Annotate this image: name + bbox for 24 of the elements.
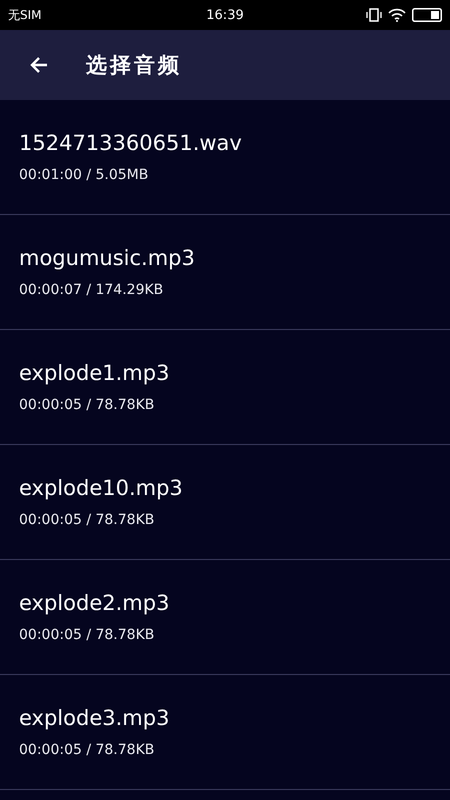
vibrate-icon — [366, 8, 382, 22]
audio-file-item[interactable]: mogumusic.mp3 00:00:07 / 174.29KB — [0, 215, 450, 330]
file-duration-size: 00:00:05 / 78.78KB — [19, 512, 156, 528]
file-duration-size: 00:00:05 / 78.78KB — [19, 397, 156, 413]
audio-file-item[interactable]: 1524713360651.wav 00:01:00 / 5.05MB — [0, 100, 450, 215]
audio-file-item[interactable]: explode2.mp3 00:00:05 / 78.78KB — [0, 560, 450, 675]
page-title: 选择音频 — [86, 51, 182, 79]
file-duration-size: 00:00:05 / 78.78KB — [19, 627, 156, 643]
carrier-text: 无SIM — [8, 6, 42, 24]
audio-file-item[interactable]: explode10.mp3 00:00:05 / 78.78KB — [0, 445, 450, 560]
file-name: explode1.mp3 — [19, 361, 170, 385]
wifi-icon — [388, 8, 406, 22]
clock-text: 16:39 — [205, 8, 245, 22]
battery-icon — [412, 8, 442, 22]
file-name: explode3.mp3 — [19, 706, 170, 730]
file-name: explode10.mp3 — [19, 476, 184, 500]
file-name: mogumusic.mp3 — [19, 246, 196, 270]
audio-file-item[interactable]: explode3.mp3 00:00:05 / 78.78KB — [0, 675, 450, 790]
file-duration-size: 00:01:00 / 5.05MB — [19, 167, 150, 183]
file-name: explode2.mp3 — [19, 591, 170, 615]
file-duration-size: 00:00:07 / 174.29KB — [19, 282, 164, 298]
file-duration-size: 00:00:05 / 78.78KB — [19, 742, 156, 758]
file-name: 1524713360651.wav — [19, 131, 243, 155]
audio-file-item[interactable]: explode1.mp3 00:00:05 / 78.78KB — [0, 330, 450, 445]
